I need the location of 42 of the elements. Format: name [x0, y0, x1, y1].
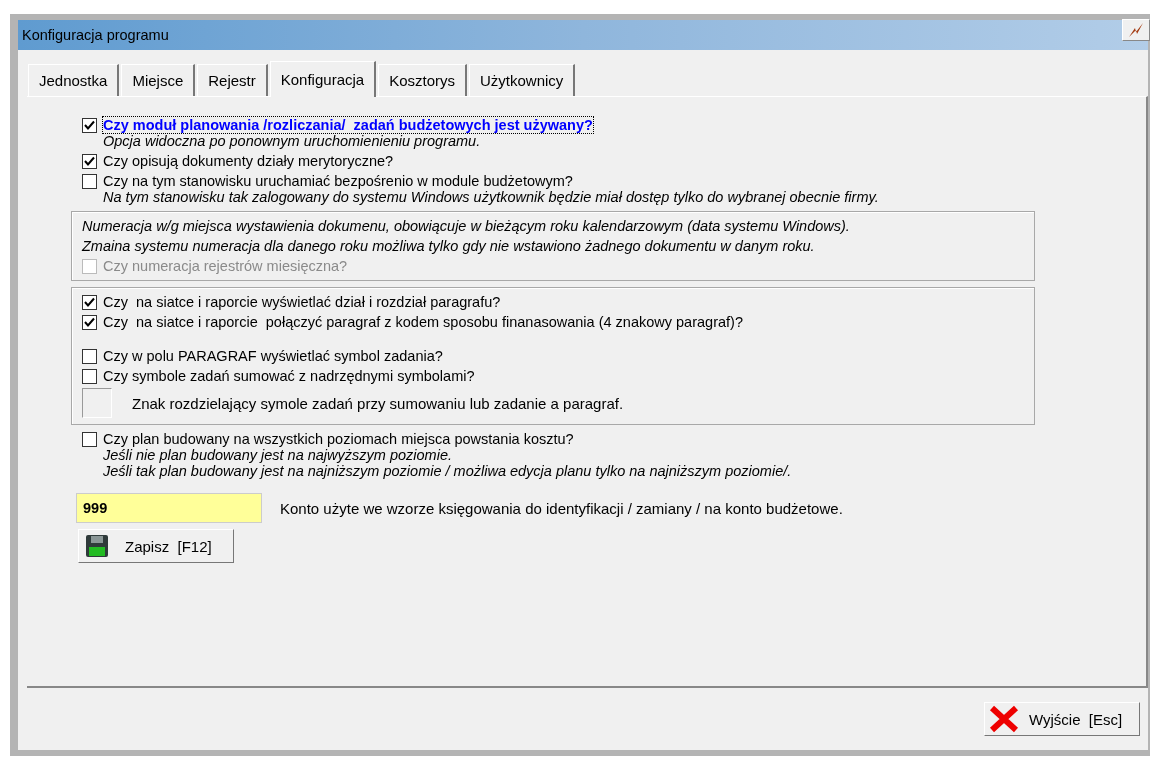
- check-icon: [84, 316, 95, 328]
- close-icon: [989, 705, 1019, 733]
- checkbox[interactable]: [82, 314, 97, 330]
- checkbox-label[interactable]: Czy symbole zadań sumować z nadrzędnymi symbolami?: [103, 368, 475, 384]
- hint-text: Opcja widoczna po ponownym uruchomienieniu programu.: [102, 133, 482, 149]
- checkbox[interactable]: [82, 431, 97, 447]
- window-title: Konfiguracja programu: [18, 20, 1148, 50]
- corner-button[interactable]: [1122, 19, 1150, 41]
- checkbox-label[interactable]: Czy na tym stanowisku uruchamiać bezpośrenio w module budżetowym?: [103, 173, 573, 189]
- checkbox[interactable]: [82, 117, 97, 133]
- checkbox-label[interactable]: Czy w polu PARAGRAF wyświetlać symbol zadania?: [103, 348, 443, 364]
- separator-field[interactable]: [82, 388, 112, 418]
- account-field[interactable]: 999: [76, 493, 262, 523]
- checkbox-label[interactable]: Czy na siatce i raporcie połączyć paragraf z kodem sposobu finanasowania (4 znakowy paragraf)?: [103, 314, 743, 330]
- checkbox[interactable]: [82, 294, 97, 310]
- checkbox-label[interactable]: Czy plan budowany na wszystkich poziomach miejsca powstania kosztu?: [103, 431, 574, 447]
- info-text: Zmaina systemu numeracja dla danego roku możliwa tylko gdy nie wstawiono żadnego dokumentu w danym roku.: [82, 238, 816, 254]
- check-icon: [84, 155, 95, 167]
- save-button[interactable]: Zapisz [F12]: [78, 529, 234, 563]
- info-text: Numeracja w/g miejsca wystawienia dokumenu, obowiącuje w bieżącym roku kalendarzowym (data systemu Windows).: [82, 218, 851, 234]
- field-label: Znak rozdzielający symole zadań przy sumowaniu lub zadanie a paragraf.: [131, 394, 624, 412]
- lightning-icon: [1127, 22, 1145, 38]
- tab[interactable]: Jednostka: [28, 64, 120, 96]
- check-icon: [84, 119, 95, 131]
- tab[interactable]: Użytkownicy: [469, 64, 576, 96]
- checkbox-label[interactable]: Czy na siatce i raporcie wyświetlać dział i rozdział paragrafu?: [103, 294, 501, 310]
- hint-text: Jeśli nie plan budowany jest na najwyższym poziomie.: [102, 447, 453, 463]
- tab[interactable]: Miejsce: [121, 64, 196, 96]
- tab[interactable]: Konfiguracja: [269, 61, 377, 97]
- checkbox[interactable]: [82, 368, 97, 384]
- checkbox-label[interactable]: Czy moduł planowania /rozliczania/ zadań budżetowych jest używany?: [103, 117, 593, 133]
- check-icon: [84, 296, 95, 308]
- hint-text: Jeśli tak plan budowany jest na najniższym poziomie / możliwa edycja planu tylko na najniższym poziomie/.: [102, 463, 793, 479]
- tab[interactable]: Rejestr: [197, 64, 268, 96]
- hint-text: Na tym stanowisku tak zalogowany do systemu Windows użytkownik będzie miał dostęp tylko do wybranej obecnie firmy.: [102, 189, 880, 205]
- checkbox[interactable]: [82, 153, 97, 169]
- checkbox-label[interactable]: Czy opisują dokumenty działy merytoryczne?: [103, 153, 394, 169]
- tab[interactable]: Kosztorys: [378, 64, 467, 96]
- exit-button[interactable]: Wyjście [Esc]: [984, 702, 1140, 736]
- checkbox[interactable]: [82, 173, 97, 189]
- account-label: Konto użyte we wzorze księgowania do identyfikacji / zamiany / na konto budżetowe.: [280, 499, 843, 517]
- checkbox[interactable]: [82, 348, 97, 364]
